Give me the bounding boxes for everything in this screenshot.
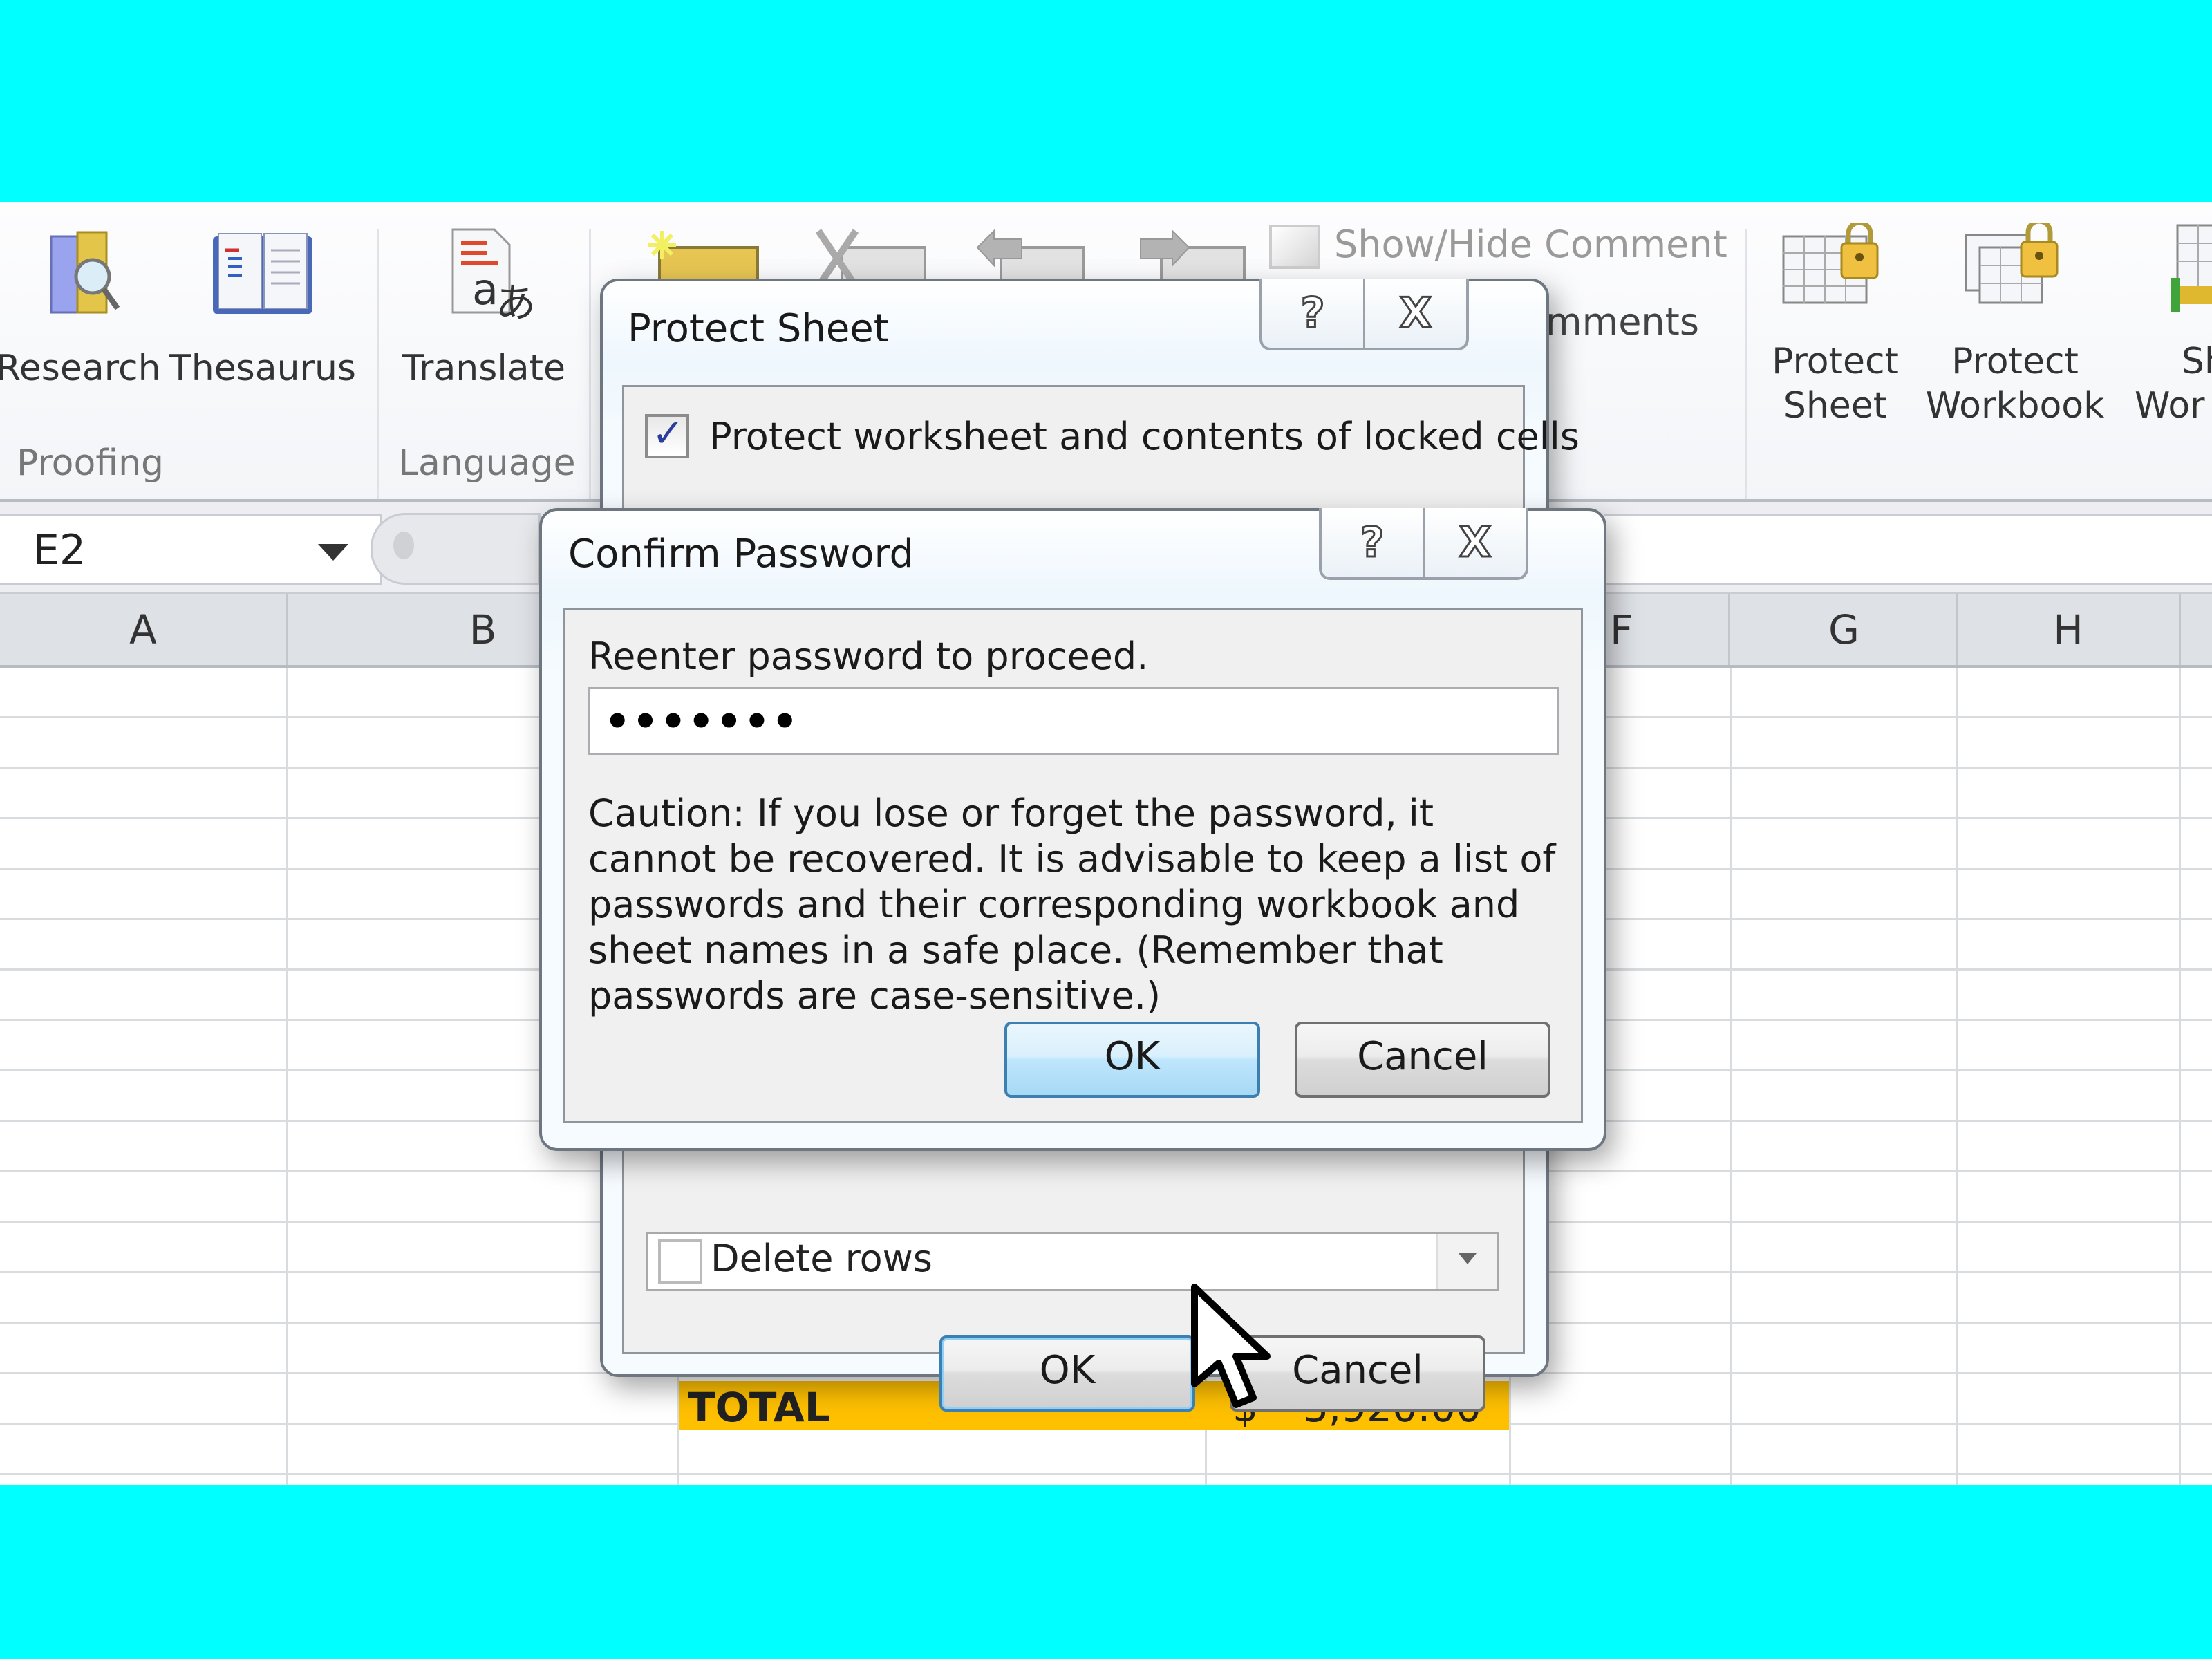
- group-separator: [377, 229, 379, 499]
- protect-sheet-caption-buttons: ? X: [1259, 279, 1469, 350]
- grid-line: [1956, 668, 1958, 1485]
- protect-contents-checkbox-row[interactable]: Protect worksheet and contents of locked…: [645, 411, 1580, 459]
- share-workbook-ribbon-button[interactable]: Sh Wor: [2129, 223, 2212, 428]
- translate-label: Translate: [402, 348, 566, 389]
- protect-sheet-title: Protect Sheet: [628, 306, 889, 351]
- share-workbook-line1: Sh: [2182, 341, 2212, 382]
- svg-text:あ: あ: [496, 279, 536, 326]
- total-label: TOTAL: [688, 1384, 830, 1431]
- permissions-scrollbar[interactable]: [1436, 1234, 1497, 1289]
- translate-button[interactable]: a あ Translate: [394, 223, 574, 391]
- caution-message: Caution: If you lose or forget the passw…: [588, 791, 1556, 1018]
- svg-text:a: a: [472, 264, 498, 315]
- protect-sheet-line2: Sheet: [1783, 385, 1888, 427]
- excel-window: Research Thesaurus Proofing a あ Translat…: [0, 202, 2212, 1485]
- protect-sheet-line1: Protect: [1772, 341, 1899, 382]
- formula-input[interactable]: [1604, 514, 2212, 585]
- protect-workbook-line1: Protect: [1951, 341, 2079, 382]
- formula-bar-splitter[interactable]: [371, 513, 541, 585]
- show-hide-comment-label: Show/Hide Comment: [1334, 223, 1727, 266]
- name-box-value: E2: [33, 526, 86, 574]
- mouse-cursor-icon: [1191, 1284, 1271, 1408]
- thesaurus-label: Thesaurus: [169, 348, 357, 389]
- confirm-password-help-button[interactable]: ?: [1322, 508, 1423, 577]
- close-icon: X: [1398, 288, 1432, 339]
- thesaurus-book-icon: [213, 233, 312, 314]
- confirm-password-client-area: Reenter password to proceed. ••••••• Cau…: [563, 608, 1583, 1123]
- column-header-a[interactable]: A: [0, 594, 288, 665]
- confirm-password-dialog: Confirm Password ? X Reenter password to…: [539, 508, 1606, 1151]
- splitter-grip-icon: [393, 532, 414, 559]
- research-books-icon: [50, 231, 120, 314]
- protect-sheet-icon: [1782, 220, 1879, 304]
- share-workbook-line2: Wor: [2135, 385, 2205, 427]
- confirm-password-close-button[interactable]: X: [1423, 508, 1526, 577]
- protect-contents-label: Protect worksheet and contents of locked…: [709, 414, 1580, 458]
- grid-line: [2179, 668, 2181, 1485]
- confirm-password-ok-button[interactable]: OK: [1004, 1022, 1260, 1098]
- translate-icon: a あ: [451, 228, 536, 326]
- show-hide-comment-button[interactable]: Show/Hide Comment: [1269, 223, 1727, 270]
- confirm-password-cancel-button[interactable]: Cancel: [1295, 1022, 1550, 1098]
- reenter-password-input[interactable]: •••••••: [588, 687, 1559, 755]
- protect-workbook-icon: [1965, 218, 2059, 304]
- protect-workbook-line2: Workbook: [1925, 385, 2105, 427]
- group-separator: [589, 229, 591, 499]
- confirm-password-title: Confirm Password: [568, 532, 915, 577]
- research-button[interactable]: Research: [0, 223, 161, 391]
- help-icon: ?: [1359, 518, 1385, 568]
- protect-sheet-ribbon-button[interactable]: Protect Sheet: [1756, 220, 1915, 428]
- grid-line: [286, 668, 288, 1485]
- protect-sheet-ok-button[interactable]: OK: [939, 1335, 1195, 1412]
- column-header-i[interactable]: [2181, 594, 2212, 665]
- grid-line: [1730, 668, 1732, 1485]
- close-icon: X: [1458, 518, 1492, 568]
- delete-rows-checkbox[interactable]: [658, 1239, 702, 1284]
- protect-workbook-ribbon-button[interactable]: Protect Workbook: [1915, 218, 2115, 428]
- research-label: Research: [0, 348, 161, 389]
- share-workbook-icon: [2171, 224, 2212, 312]
- column-header-g[interactable]: G: [1732, 594, 1958, 665]
- name-box-dropdown-icon[interactable]: [318, 544, 348, 561]
- permissions-list[interactable]: Delete rows: [646, 1232, 1499, 1291]
- show-all-comments-button[interactable]: mments: [1546, 300, 1699, 344]
- password-mask: •••••••: [604, 697, 800, 746]
- thesaurus-button[interactable]: Thesaurus: [166, 223, 359, 391]
- reenter-prompt: Reenter password to proceed.: [588, 635, 1148, 678]
- column-header-h[interactable]: H: [1958, 594, 2181, 665]
- reenter-prompt-label: Reenter password to proceed.: [588, 635, 1149, 678]
- delete-rows-label: Delete rows: [711, 1237, 932, 1280]
- protect-contents-checkbox[interactable]: [645, 411, 689, 459]
- group-label-language: Language: [398, 442, 576, 484]
- show-hide-comment-icon: [1269, 225, 1320, 270]
- confirm-password-caption-buttons: ? X: [1319, 508, 1528, 580]
- name-box[interactable]: E2: [0, 514, 382, 585]
- protect-sheet-close-button[interactable]: X: [1363, 279, 1466, 348]
- group-label-proofing: Proofing: [17, 442, 165, 484]
- group-separator: [1745, 229, 1747, 499]
- help-icon: ?: [1300, 288, 1326, 339]
- protect-sheet-help-button[interactable]: ?: [1262, 279, 1363, 348]
